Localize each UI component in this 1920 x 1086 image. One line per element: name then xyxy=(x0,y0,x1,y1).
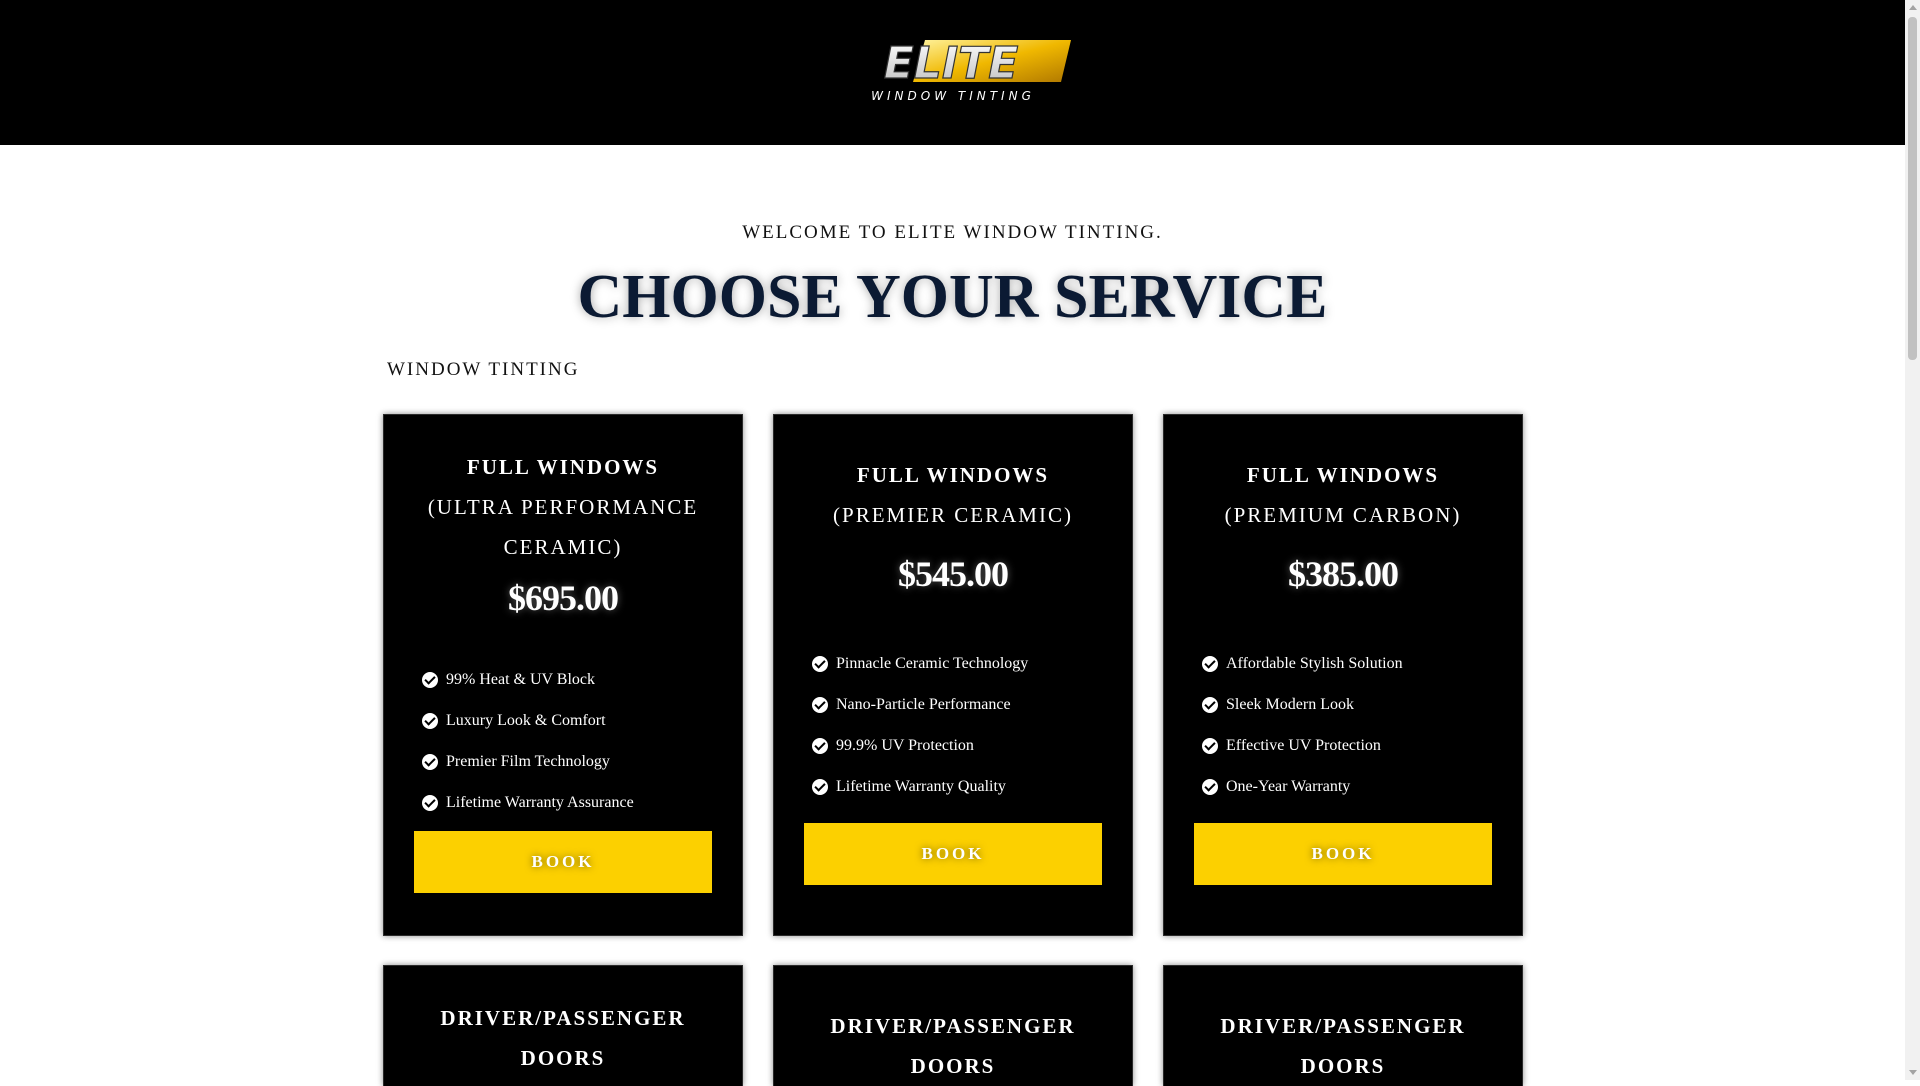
feature-item: Lifetime Warranty Quality xyxy=(812,766,1028,807)
feature-item: 99% Heat & UV Block xyxy=(422,659,634,700)
feature-item: Effective UV Protection xyxy=(1202,725,1403,766)
check-circle-icon xyxy=(422,753,438,770)
check-circle-icon xyxy=(1202,778,1218,795)
scrollbar-thumb[interactable] xyxy=(1908,17,1917,360)
card-title: FULL WINDOWS (PREMIER CERAMIC) xyxy=(833,463,1073,527)
card-price: $545.00 xyxy=(898,554,1009,594)
feature-list: 99% Heat & UV Block Luxury Look & Comfor… xyxy=(422,659,634,823)
service-card-driver-passenger-doors: DRIVER/PASSENGER DOORS xyxy=(383,965,743,1086)
check-circle-icon xyxy=(422,712,438,729)
card-price: $695.00 xyxy=(508,578,619,618)
card-title: DRIVER/PASSENGER DOORS xyxy=(1220,1014,1466,1078)
card-title: FULL WINDOWS (PREMIUM CARBON) xyxy=(1224,463,1462,527)
feature-list: Pinnacle Ceramic Technology Nano-Particl… xyxy=(812,643,1028,807)
service-card-driver-passenger-doors: DRIVER/PASSENGER DOORS xyxy=(1163,965,1523,1086)
feature-item: Premier Film Technology xyxy=(422,741,634,782)
feature-list: Affordable Stylish Solution Sleek Modern… xyxy=(1202,643,1403,807)
card-title: DRIVER/PASSENGER DOORS xyxy=(440,1006,686,1070)
check-circle-icon xyxy=(812,696,828,713)
check-circle-icon xyxy=(422,671,438,688)
check-circle-icon xyxy=(812,737,828,754)
book-button[interactable]: BOOK xyxy=(414,831,712,893)
feature-item: One-Year Warranty xyxy=(1202,766,1403,807)
check-circle-icon xyxy=(1202,655,1218,672)
book-button[interactable]: BOOK xyxy=(804,823,1102,885)
section-label: WINDOW TINTING xyxy=(387,359,580,380)
feature-item: 99.9% UV Protection xyxy=(812,725,1028,766)
svg-text:WINDOW TINTING: WINDOW TINTING xyxy=(871,89,1035,103)
service-card-ultra-performance-ceramic: FULL WINDOWS (ULTRA PERFORMANCE CERAMIC)… xyxy=(383,414,743,936)
scroll-up-arrow-icon[interactable] xyxy=(1909,5,1917,10)
check-circle-icon xyxy=(812,778,828,795)
feature-item: Affordable Stylish Solution xyxy=(1202,643,1403,684)
feature-item: Luxury Look & Comfort xyxy=(422,700,634,741)
page-title: CHOOSE YOUR SERVICE xyxy=(577,263,1328,331)
card-price: $385.00 xyxy=(1288,554,1399,594)
feature-item: Lifetime Warranty Assurance xyxy=(422,782,634,823)
feature-item: Sleek Modern Look xyxy=(1202,684,1403,725)
check-circle-icon xyxy=(1202,696,1218,713)
site-header: ELITE WINDOW TINTING xyxy=(0,0,1905,145)
welcome-text: WELCOME TO ELITE WINDOW TINTING. xyxy=(742,222,1163,243)
check-circle-icon xyxy=(812,655,828,672)
feature-item: Pinnacle Ceramic Technology xyxy=(812,643,1028,684)
service-card-premier-ceramic: FULL WINDOWS (PREMIER CERAMIC) $545.00 P… xyxy=(773,414,1133,936)
scroll-down-arrow-icon[interactable] xyxy=(1909,1070,1917,1075)
elite-logo[interactable]: ELITE WINDOW TINTING xyxy=(833,38,1073,106)
service-card-premium-carbon: FULL WINDOWS (PREMIUM CARBON) $385.00 Af… xyxy=(1163,414,1523,936)
check-circle-icon xyxy=(1202,737,1218,754)
elite-logo-icon: ELITE WINDOW TINTING xyxy=(871,38,1071,103)
page-scrollbar[interactable] xyxy=(1905,0,1920,1080)
card-title: DRIVER/PASSENGER DOORS xyxy=(830,1014,1076,1078)
book-button[interactable]: BOOK xyxy=(1194,823,1492,885)
service-card-driver-passenger-doors: DRIVER/PASSENGER DOORS xyxy=(773,965,1133,1086)
svg-text:ELITE: ELITE xyxy=(884,38,1019,89)
check-circle-icon xyxy=(422,794,438,811)
card-title: FULL WINDOWS (ULTRA PERFORMANCE CERAMIC) xyxy=(427,455,699,559)
feature-item: Nano-Particle Performance xyxy=(812,684,1028,725)
